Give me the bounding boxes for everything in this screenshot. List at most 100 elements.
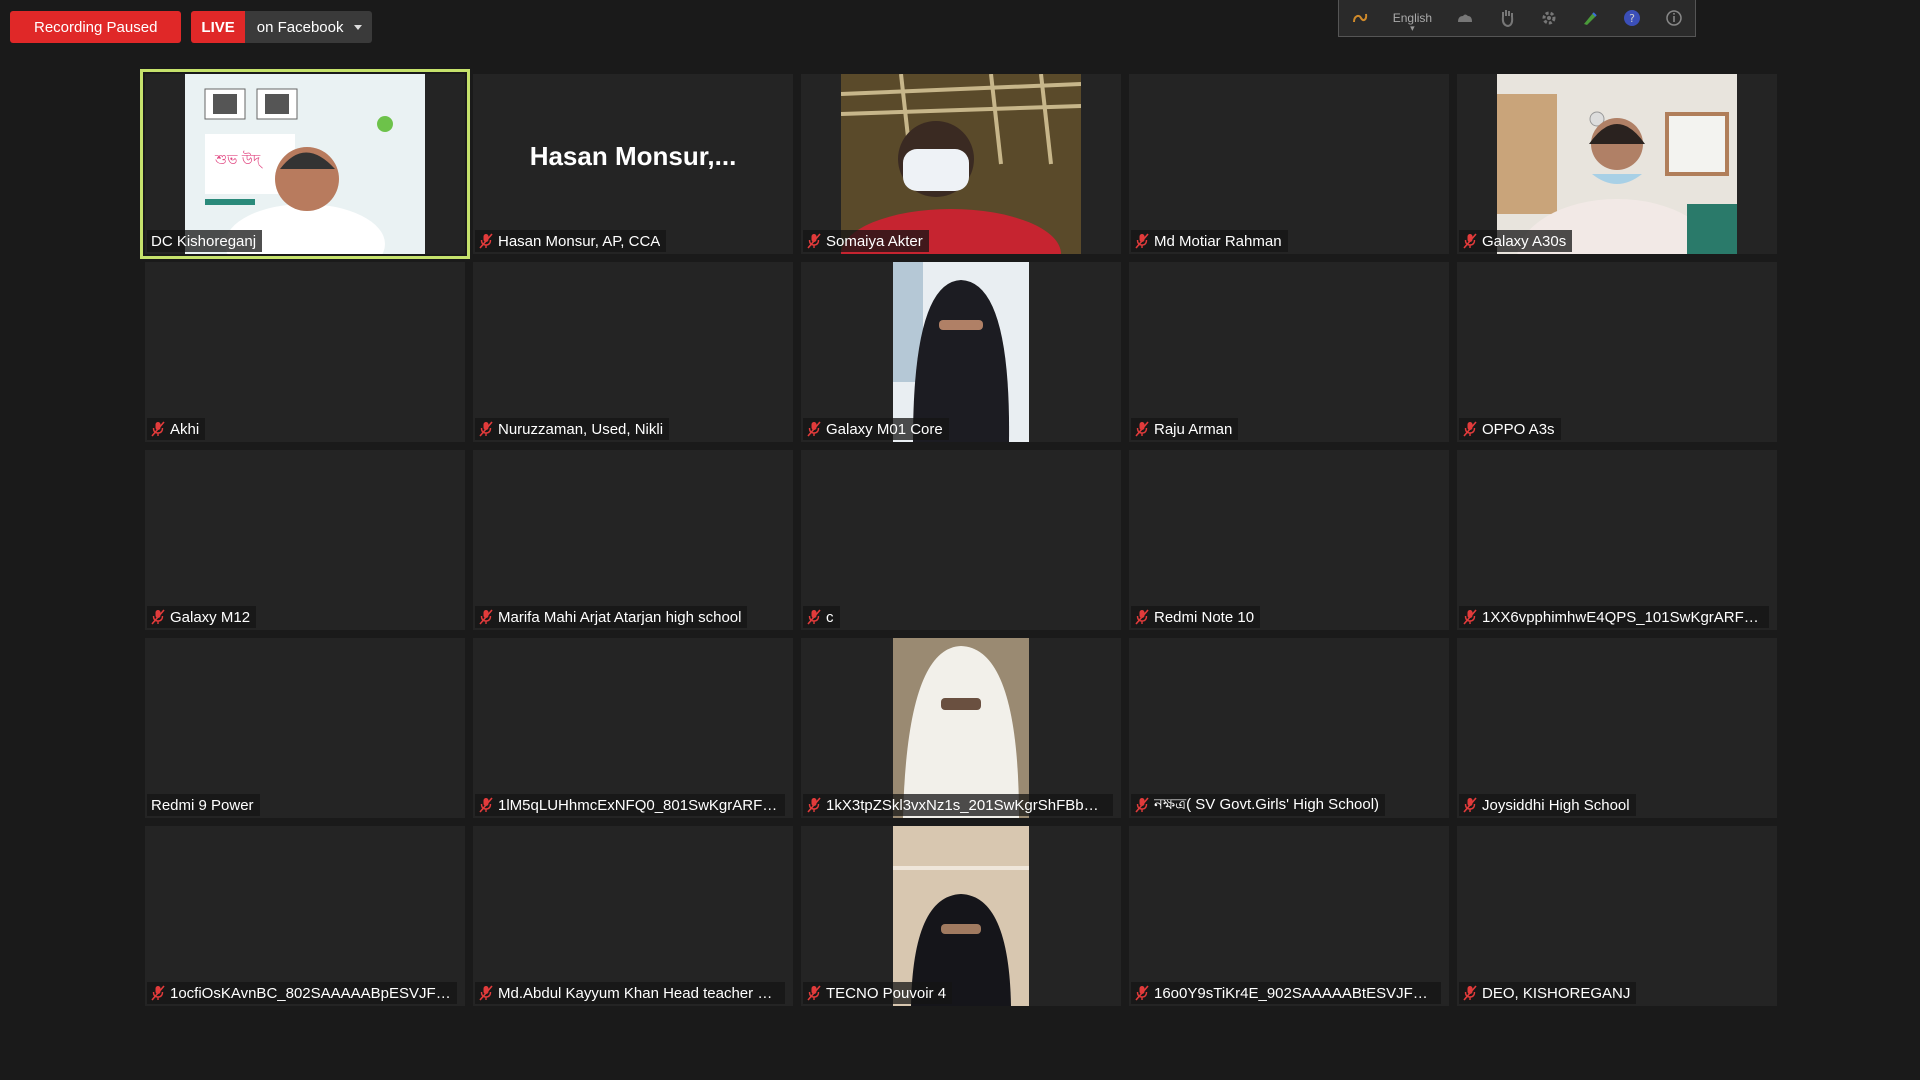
participant-name-label: 1lM5qLUHhmcExNFQ0_801SwKgrARFB...	[475, 794, 785, 816]
participant-name: Md Motiar Rahman	[1154, 232, 1282, 250]
participant-name-label: নক্ষত্র( SV Govt.Girls' High School)	[1131, 794, 1386, 816]
participant-name: DEO, KISHOREGANJ	[1482, 984, 1631, 1002]
participant-tile[interactable]: 1lM5qLUHhmcExNFQ0_801SwKgrARFB...	[473, 638, 793, 818]
participant-tile[interactable]: Galaxy M12	[145, 450, 465, 630]
participant-name-label: Akhi	[147, 418, 206, 440]
participant-tile[interactable]: OPPO A3s	[1457, 262, 1777, 442]
top-status-bar: Recording Paused LIVE on Facebook	[10, 11, 372, 43]
pen-icon[interactable]	[1581, 9, 1599, 27]
participant-tile[interactable]: Md.Abdul Kayyum Khan Head teacher H...	[473, 826, 793, 1006]
participant-name: Joysiddhi High School	[1482, 796, 1630, 814]
participant-name: DC Kishoreganj	[151, 232, 257, 250]
mic-muted-icon	[1135, 421, 1149, 437]
participant-name: Galaxy A30s	[1482, 232, 1567, 250]
participant-name-label: 16o0Y9sTiKr4E_902SAAAAABtESVJFQ1...	[1131, 982, 1441, 1004]
participant-tile[interactable]: TECNO Pouvoir 4	[801, 826, 1121, 1006]
participant-name-label: Raju Arman	[1131, 418, 1239, 440]
svg-text:?: ?	[1629, 12, 1635, 25]
participant-tile[interactable]: Marifa Mahi Arjat Atarjan high school	[473, 450, 793, 630]
participant-tile[interactable]: Redmi 9 Power	[145, 638, 465, 818]
mic-muted-icon	[1135, 797, 1149, 813]
info-icon[interactable]	[1665, 9, 1683, 27]
mic-muted-icon	[479, 609, 493, 625]
mic-muted-icon	[807, 985, 821, 1001]
participant-name: 16o0Y9sTiKr4E_902SAAAAABtESVJFQ1...	[1154, 984, 1435, 1002]
participant-tile[interactable]: Joysiddhi High School	[1457, 638, 1777, 818]
participant-name-label: Nuruzzaman, Used, Nikli	[475, 418, 670, 440]
participant-name: Raju Arman	[1154, 420, 1233, 438]
mic-muted-icon	[479, 797, 493, 813]
participant-name-label: Redmi 9 Power	[147, 794, 260, 816]
participant-tile[interactable]: 1XX6vpphimhwE4QPS_101SwKgrARFB...	[1457, 450, 1777, 630]
live-stream-control[interactable]: LIVE on Facebook	[191, 11, 372, 43]
participant-name: 1lM5qLUHhmcExNFQ0_801SwKgrARFB...	[498, 796, 779, 814]
participant-name: Hasan Monsur, AP, CCA	[498, 232, 661, 250]
participant-name: Redmi Note 10	[1154, 608, 1255, 626]
participant-name-label: Joysiddhi High School	[1459, 794, 1636, 816]
hand-icon[interactable]	[1498, 9, 1516, 27]
participant-tile[interactable]: Hasan Monsur,... Hasan Monsur, AP, CCA	[473, 74, 793, 254]
mic-muted-icon	[1135, 233, 1149, 249]
mic-muted-icon	[1463, 421, 1477, 437]
participant-display-name: Hasan Monsur,...	[529, 140, 737, 171]
mic-muted-icon	[807, 797, 821, 813]
participant-name: Galaxy M01 Core	[826, 420, 943, 438]
participant-name: Akhi	[170, 420, 200, 438]
participant-tile[interactable]: Galaxy A30s	[1457, 74, 1777, 254]
participant-name-label: Somaiya Akter	[803, 230, 929, 252]
participant-tile[interactable]: Akhi	[145, 262, 465, 442]
participant-name: Redmi 9 Power	[151, 796, 254, 814]
mic-muted-icon	[1463, 609, 1477, 625]
participant-name: নক্ষত্র( SV Govt.Girls' High School)	[1154, 795, 1380, 813]
participant-name-label: Md Motiar Rahman	[1131, 230, 1288, 252]
mic-muted-icon	[1135, 609, 1149, 625]
participant-name-label: 1ocfiOsKAvnBC_802SAAAAABpESVJFQ...	[147, 982, 457, 1004]
participant-tile[interactable]: Somaiya Akter	[801, 74, 1121, 254]
mic-muted-icon	[479, 985, 493, 1001]
recording-paused-button[interactable]: Recording Paused	[10, 11, 182, 43]
participant-name: Marifa Mahi Arjat Atarjan high school	[498, 608, 742, 626]
participant-name: 1ocfiOsKAvnBC_802SAAAAABpESVJFQ...	[170, 984, 451, 1002]
participant-tile[interactable]: Raju Arman	[1129, 262, 1449, 442]
participant-tile[interactable]: Nuruzzaman, Used, Nikli	[473, 262, 793, 442]
participant-tile[interactable]: Md Motiar Rahman	[1129, 74, 1449, 254]
mic-muted-icon	[151, 609, 165, 625]
participant-video: শুভ উদ্	[185, 74, 425, 254]
participant-video	[893, 638, 1029, 818]
participant-name-label: 1kX3tpZSkl3vxNz1s_201SwKgrShFBbm...	[803, 794, 1113, 816]
participant-name-label: 1XX6vpphimhwE4QPS_101SwKgrARFB...	[1459, 606, 1769, 628]
participant-name: TECNO Pouvoir 4	[826, 984, 947, 1002]
participant-tile[interactable]: c	[801, 450, 1121, 630]
participant-tile[interactable]: 1ocfiOsKAvnBC_802SAAAAABpESVJFQ...	[145, 826, 465, 1006]
participant-video	[841, 74, 1081, 254]
mic-muted-icon	[151, 985, 165, 1001]
help-icon[interactable]: ?	[1623, 9, 1641, 27]
mic-muted-icon	[807, 421, 821, 437]
participant-gallery: শুভ উদ্ DC Kishoreganj Hasan Monsur,... Ha…	[140, 69, 1777, 1006]
language-bar-icon[interactable]	[1351, 9, 1369, 27]
participant-tile[interactable]: নক্ষত্র( SV Govt.Girls' High School)	[1129, 638, 1449, 818]
participant-tile[interactable]: শুভ উদ্ DC Kishoreganj	[140, 69, 470, 259]
svg-text:শুভ উদ্: শুভ উদ্	[214, 151, 263, 168]
gear-icon[interactable]	[1540, 9, 1558, 27]
participant-tile[interactable]: DEO, KISHOREGANJ	[1457, 826, 1777, 1006]
mic-muted-icon	[1463, 233, 1477, 249]
mic-muted-icon	[1135, 985, 1149, 1001]
participant-name-label: OPPO A3s	[1459, 418, 1561, 440]
mic-muted-icon	[479, 421, 493, 437]
participant-tile[interactable]: 1kX3tpZSkl3vxNz1s_201SwKgrShFBbm...	[801, 638, 1121, 818]
participant-name: Somaiya Akter	[826, 232, 923, 250]
live-badge: LIVE	[191, 11, 245, 43]
chevron-down-icon	[353, 24, 362, 30]
participant-tile[interactable]: 16o0Y9sTiKr4E_902SAAAAABtESVJFQ1...	[1129, 826, 1449, 1006]
participant-tile[interactable]: Galaxy M01 Core	[801, 262, 1121, 442]
participant-name: OPPO A3s	[1482, 420, 1555, 438]
participant-tile[interactable]: Redmi Note 10	[1129, 450, 1449, 630]
participant-name-label: Hasan Monsur, AP, CCA	[475, 230, 667, 252]
participant-video	[893, 826, 1029, 1006]
language-selector[interactable]: English	[1393, 11, 1432, 25]
live-target-dropdown[interactable]: on Facebook	[244, 11, 372, 43]
participant-name: 1kX3tpZSkl3vxNz1s_201SwKgrShFBbm...	[826, 796, 1107, 814]
cloud-icon[interactable]	[1456, 9, 1474, 27]
participant-name-label: TECNO Pouvoir 4	[803, 982, 953, 1004]
